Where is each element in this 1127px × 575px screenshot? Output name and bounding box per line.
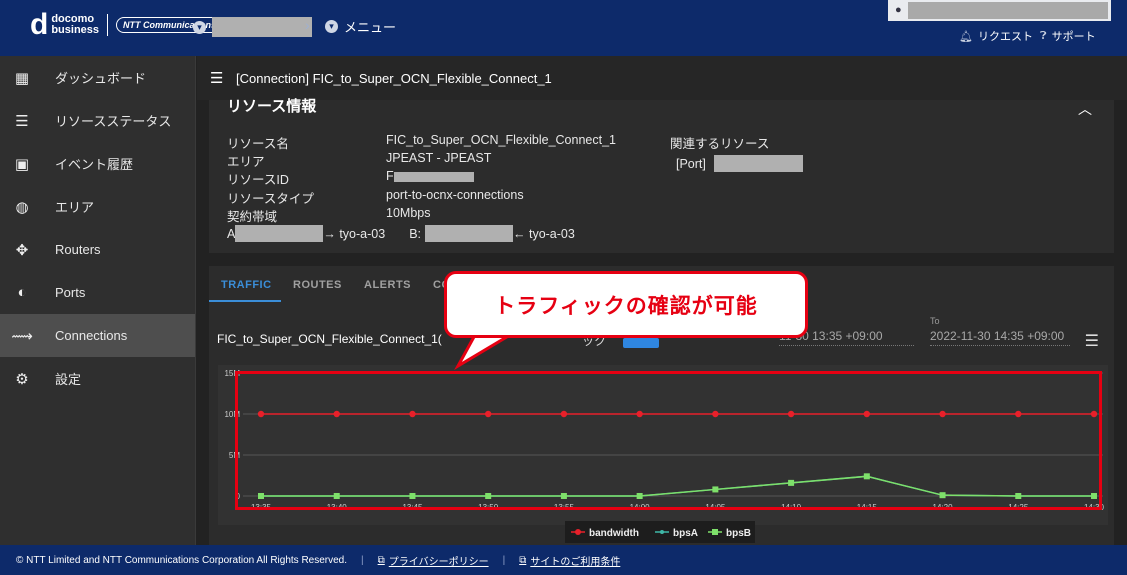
endpoint-a-prefix: A <box>227 226 236 241</box>
resource-name-label: リソース名 <box>227 137 289 151</box>
logo-divider <box>107 14 109 36</box>
chart-title: FIC_to_Super_OCN_Flexible_Connect_1( <box>217 332 442 346</box>
sidebar-item-ports[interactable]: ◐ Ports <box>0 271 195 314</box>
tab-traffic[interactable]: TRAFFIC <box>221 279 272 291</box>
related-port-label: [Port] <box>676 156 706 171</box>
bell-icon: 🔔︎ <box>959 30 973 43</box>
area-label: エリア <box>227 155 265 169</box>
user-account-box[interactable]: ● <box>888 0 1111 21</box>
sidebar-item-リソースステータス[interactable]: ☰ リソースステータス <box>0 99 195 142</box>
legend-marker-bandwidth <box>575 529 581 535</box>
external-link-icon: ⧉ <box>377 554 385 566</box>
chart-highlight-frame <box>235 371 1102 510</box>
sidebar: ▦ ダッシュボード ☰ リソースステータス ▣ イベント履歴 ◍ エリア ✥ Routers ◐ Po… <box>0 56 196 545</box>
resource-type-label: リソースタイプ <box>227 192 314 206</box>
endpoint-b-prefix: B: <box>409 226 421 241</box>
grid-icon: ▦ <box>14 69 30 87</box>
redacted-tenant-name <box>212 17 312 37</box>
redacted-endpoint-a <box>235 225 324 242</box>
sidebar-item-label: Connections <box>55 328 128 343</box>
sidebar-item-label: リソースステータス <box>55 114 172 129</box>
breadcrumb-menu[interactable]: ▾ メニュー <box>325 17 396 36</box>
status-list-icon: ☰ <box>15 112 29 130</box>
user-icon: ● <box>895 4 902 16</box>
terms-link[interactable]: ⧉ サイトのご利用条件 <box>519 553 620 568</box>
breadcrumb-home[interactable]: ▾ <box>193 17 312 37</box>
area-value: JPEAST - JPEAST <box>386 151 492 165</box>
sidebar-item-ダッシュボード[interactable]: ▦ ダッシュボード <box>0 56 195 99</box>
terms-label: サイトのご利用条件 <box>530 556 621 568</box>
breadcrumb-menu-label: メニュー <box>344 20 397 35</box>
sidebar-item-エリア[interactable]: ◍ エリア <box>0 185 195 228</box>
related-port-link[interactable]: [Port] <box>676 155 803 172</box>
endpoint-b-suffix: ← tyo-a-03 <box>513 226 575 241</box>
bandwidth-label: 契約帯域 <box>227 210 278 224</box>
app-header: d docomo business NTT Communications ▾ ›… <box>0 0 1127 56</box>
page-title: [Connection] FIC_to_Super_OCN_Flexible_C… <box>236 70 552 86</box>
sidebar-item-label: イベント履歴 <box>55 157 134 172</box>
privacy-policy-label: プライバシーポリシー <box>388 556 489 568</box>
page-topbar: ☰ [Connection] FIC_to_Super_OCN_Flexible… <box>197 56 1127 100</box>
chevron-down-icon: ▾ <box>325 20 338 33</box>
logo-line-2: business <box>51 24 100 36</box>
related-resources-title: 関連するリソース <box>670 137 770 151</box>
support-label: サポート <box>1051 31 1096 43</box>
to-date-field[interactable]: 2022-11-30 14:35 +09:00 <box>930 329 1070 346</box>
tab-routes[interactable]: ROUTES <box>293 279 342 291</box>
privacy-policy-link[interactable]: ⧉ プライバシーポリシー <box>378 553 489 568</box>
copyright-text: © NTT Limited and NTT Communications Cor… <box>16 554 348 566</box>
sidebar-item-label: Routers <box>55 242 101 257</box>
legend-label: bandwidth <box>589 528 639 539</box>
breadcrumb-separator-icon: › <box>305 17 310 33</box>
chevron-up-icon[interactable]: ︿ <box>1078 99 1092 119</box>
resource-id-label: リソースID <box>227 173 289 187</box>
bandwidth-value: 10Mbps <box>386 206 431 220</box>
legend-marker-bpsB <box>712 529 718 535</box>
sidebar-item-routers[interactable]: ✥ Routers <box>0 228 195 271</box>
redacted-resource-id <box>393 171 474 182</box>
sidebar-item-connections[interactable]: ⟿ Connections <box>0 314 195 357</box>
redacted-endpoint-b <box>425 225 513 242</box>
endpoint-a-suffix: → tyo-a-03 <box>323 226 386 241</box>
gear-icon: ⚙ <box>15 370 29 388</box>
hamburger-menu-icon[interactable]: ☰ <box>210 69 224 87</box>
help-circle-icon: ❓︎ <box>1040 29 1047 42</box>
router-icon: ✥ <box>15 241 29 259</box>
connection-icon: ⟿ <box>11 327 33 345</box>
legend-label: bpsB <box>726 528 751 539</box>
redacted-port-name <box>713 155 803 172</box>
sidebar-item-設定[interactable]: ⚙ 設定 <box>0 357 195 400</box>
to-date-label: To <box>930 316 940 326</box>
redacted-user-name <box>908 2 1108 19</box>
request-link[interactable]: 🔔︎ リクエスト <box>959 28 1033 44</box>
sidebar-item-label: エリア <box>55 200 95 215</box>
sidebar-item-label: ダッシュボード <box>55 71 147 86</box>
callout-annotation: トラフィックの確認が可能 <box>444 271 808 338</box>
chart-menu-icon[interactable]: ☰ <box>1085 331 1099 351</box>
sidebar-item-label: Ports <box>55 285 86 300</box>
docomo-d-mark: d <box>30 8 49 41</box>
legend-label: bpsA <box>673 528 698 539</box>
resource-type-value: port-to-ocnx-connections <box>386 188 524 202</box>
endpoints-row: A → tyo-a-03 B: ← tyo-a-03 <box>227 225 575 242</box>
resource-info-title: リソース情報 <box>227 98 317 115</box>
globe-icon: ◍ <box>15 198 29 216</box>
resource-info-card: リソース情報 ︿ リソース名 FIC_to_Super_OCN_Flexible… <box>209 98 1114 253</box>
calendar-check-icon: ▣ <box>14 155 30 173</box>
resource-id-value: F <box>386 169 394 183</box>
active-tab-indicator <box>209 300 281 302</box>
support-link[interactable]: ❓︎ サポート <box>1040 28 1096 44</box>
chevron-down-icon: ▾ <box>193 20 206 34</box>
request-label: リクエスト <box>977 31 1033 43</box>
sidebar-item-イベント履歴[interactable]: ▣ イベント履歴 <box>0 142 195 185</box>
resource-name-value: FIC_to_Super_OCN_Flexible_Connect_1 <box>386 133 616 147</box>
ports-icon: ◐ <box>17 284 27 301</box>
footer: © NTT Limited and NTT Communications Cor… <box>0 545 1127 575</box>
tab-alerts[interactable]: ALERTS <box>364 279 411 291</box>
external-link-icon: ⧉ <box>519 554 527 566</box>
chart-title-text: FIC_to_Super_OCN_Flexible_Connect_1( <box>217 332 442 346</box>
chart-badge <box>623 338 659 348</box>
legend-marker-bpsA <box>660 530 664 534</box>
sidebar-item-label: 設定 <box>55 372 82 387</box>
